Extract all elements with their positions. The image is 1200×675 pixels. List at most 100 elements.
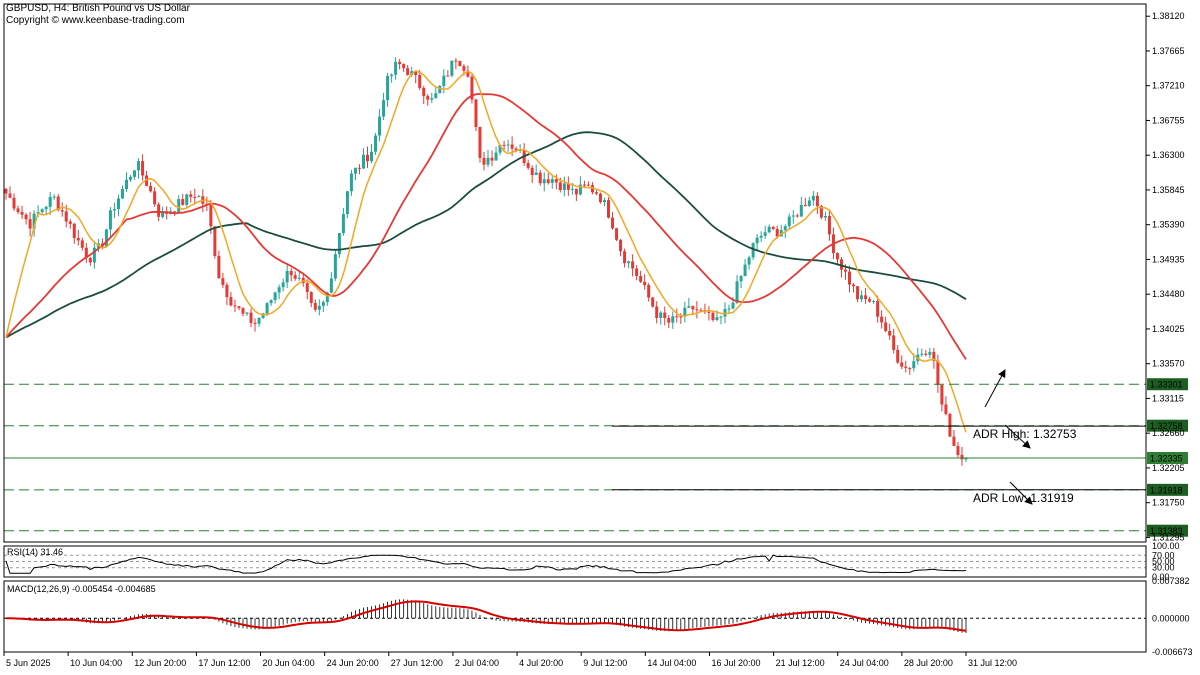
candle-body bbox=[731, 302, 735, 309]
candle-body bbox=[811, 195, 815, 201]
candle-body bbox=[687, 306, 691, 308]
candle-body bbox=[293, 275, 297, 279]
candle-body bbox=[715, 317, 719, 320]
candle-body bbox=[554, 179, 558, 183]
candle-body bbox=[438, 85, 442, 94]
candle-body bbox=[430, 98, 434, 100]
candle-body bbox=[526, 162, 530, 168]
candle-body bbox=[623, 251, 627, 264]
rsi-line bbox=[5, 554, 967, 574]
candle-body bbox=[767, 226, 771, 233]
candle-body bbox=[675, 316, 679, 318]
y-tick-label: 1.32660 bbox=[1152, 428, 1185, 438]
candle-body bbox=[643, 281, 647, 286]
candle-body bbox=[542, 179, 546, 184]
y-tick-label: 1.37665 bbox=[1152, 46, 1185, 56]
y-tick-label: 1.33115 bbox=[1152, 393, 1184, 403]
candle-body bbox=[651, 297, 655, 307]
candle-body bbox=[12, 197, 16, 209]
x-tick-label: 28 Jul 20:00 bbox=[904, 658, 953, 668]
candle-body bbox=[860, 295, 864, 300]
ma-mid-line bbox=[5, 92, 967, 360]
candle-body bbox=[52, 196, 56, 198]
chart-canvas[interactable]: ADR High: 1.32753 ADR Low: 1.31919 RSI(14… bbox=[0, 0, 1200, 675]
candle-body bbox=[28, 219, 32, 229]
candle-body bbox=[490, 157, 494, 161]
x-tick-label: 14 Jul 04:00 bbox=[647, 658, 696, 668]
x-tick-label: 31 Jul 12:00 bbox=[968, 658, 1017, 668]
candle-body bbox=[422, 87, 426, 97]
candle-body bbox=[747, 257, 751, 265]
x-tick-label: 4 Jul 20:00 bbox=[519, 658, 563, 668]
candle-body bbox=[297, 277, 301, 279]
candle-body bbox=[249, 312, 253, 323]
candle-body bbox=[956, 445, 960, 455]
candle-body bbox=[40, 209, 44, 212]
candle-body bbox=[843, 269, 847, 272]
candle-body bbox=[64, 211, 68, 222]
y-tick-label: 1.33570 bbox=[1152, 359, 1185, 369]
candle-body bbox=[305, 283, 309, 293]
candle-body bbox=[639, 276, 643, 282]
candle-body bbox=[783, 226, 787, 231]
candle-body bbox=[759, 235, 763, 238]
x-tick-label: 21 Jul 12:00 bbox=[776, 658, 825, 668]
candle-body bbox=[382, 100, 386, 117]
candle-body bbox=[663, 312, 667, 319]
y-tick-label: 1.32205 bbox=[1152, 463, 1185, 473]
candle-body bbox=[462, 66, 466, 71]
y-tick-label: 1.37210 bbox=[1152, 81, 1185, 91]
candle-body bbox=[550, 179, 554, 183]
x-tick-label: 20 Jun 04:00 bbox=[263, 658, 315, 668]
x-tick-label: 9 Jul 12:00 bbox=[583, 658, 627, 668]
candle-body bbox=[458, 60, 462, 67]
candle-body bbox=[852, 284, 856, 287]
candle-body bbox=[807, 200, 811, 206]
candle-body bbox=[671, 316, 675, 323]
candle-body bbox=[333, 254, 337, 279]
adr-label: ADR High: 1.32753 bbox=[973, 427, 1077, 441]
candle-body bbox=[928, 351, 932, 355]
candle-body bbox=[329, 278, 333, 293]
candle-body bbox=[60, 210, 64, 212]
x-tick-label: 5 Jun 2025 bbox=[6, 658, 51, 668]
candle-body bbox=[823, 215, 827, 218]
candle-body bbox=[398, 61, 402, 65]
candle-body bbox=[659, 312, 663, 319]
candle-body bbox=[586, 184, 590, 186]
candle-body bbox=[815, 195, 819, 207]
candle-body bbox=[920, 353, 924, 355]
candle-body bbox=[269, 300, 273, 304]
candle-body bbox=[390, 74, 394, 76]
candle-body bbox=[743, 264, 747, 277]
candle-body bbox=[868, 299, 872, 302]
candle-body bbox=[108, 210, 112, 230]
candle-body bbox=[775, 228, 779, 237]
candle-body bbox=[76, 237, 80, 241]
y-tick-label: 1.36755 bbox=[1152, 115, 1185, 125]
candle-body bbox=[257, 317, 261, 324]
candle-body bbox=[952, 436, 956, 446]
candle-body bbox=[667, 318, 671, 323]
candle-body bbox=[229, 297, 233, 306]
candle-body bbox=[442, 75, 446, 86]
candle-body bbox=[68, 221, 72, 224]
candle-body bbox=[173, 211, 177, 213]
candle-body bbox=[856, 286, 860, 300]
candle-body bbox=[88, 258, 92, 263]
candle-body bbox=[755, 237, 759, 244]
candle-body bbox=[695, 309, 699, 311]
candle-body bbox=[241, 308, 245, 314]
candle-body bbox=[221, 278, 225, 285]
candle-body bbox=[253, 322, 257, 324]
candle-body bbox=[265, 303, 269, 314]
candle-body bbox=[908, 367, 912, 369]
candle-body bbox=[406, 68, 410, 75]
candle-body bbox=[799, 204, 803, 217]
candle-body bbox=[361, 154, 365, 169]
candle-body bbox=[418, 75, 422, 88]
candle-body bbox=[450, 60, 454, 76]
candle-body bbox=[281, 282, 285, 288]
candle-body bbox=[944, 404, 948, 414]
candle-body bbox=[197, 196, 201, 198]
